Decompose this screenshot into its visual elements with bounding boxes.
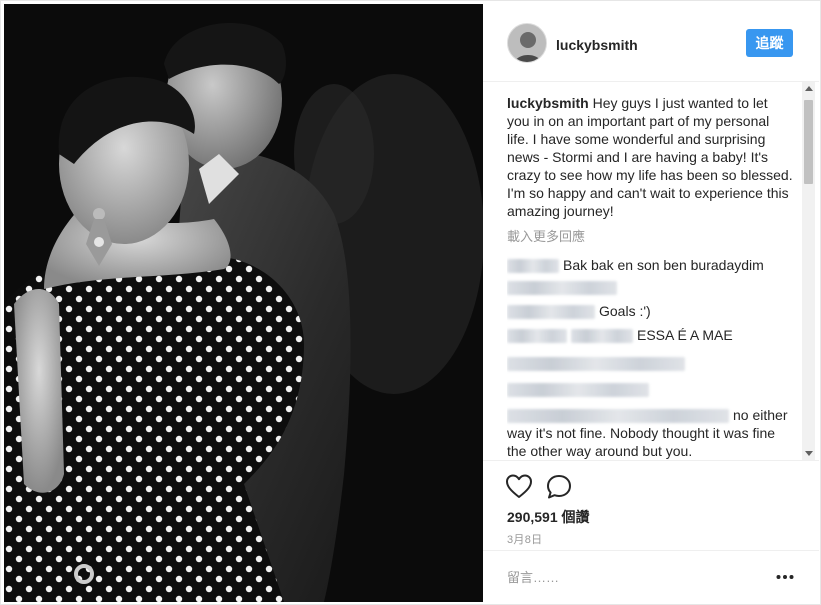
blurred-username xyxy=(507,305,595,320)
post-frame: luckybsmith 追蹤 luckybsmith Hey guys I ju… xyxy=(0,0,821,605)
post-photo[interactable] xyxy=(4,4,483,602)
list-item: no either way it's not fine. Nobody thou… xyxy=(507,406,793,460)
avatar[interactable] xyxy=(507,23,547,63)
list-item xyxy=(507,354,793,372)
blurred-username xyxy=(507,329,567,344)
list-item: Goals :') xyxy=(507,302,793,320)
avatar-image xyxy=(508,24,546,62)
post-details-panel: luckybsmith 追蹤 luckybsmith Hey guys I ju… xyxy=(483,4,819,602)
list-item: ESSA É A MAE xyxy=(507,326,793,344)
add-comment-bar xyxy=(483,550,819,602)
heart-icon[interactable] xyxy=(505,473,533,501)
list-item xyxy=(507,380,793,398)
comment-text: Bak bak en son ben buradaydim xyxy=(563,257,764,273)
blurred-text xyxy=(507,281,617,296)
caption-text: Hey guys I just wanted to let you in on … xyxy=(507,95,793,219)
photo-image xyxy=(4,4,483,602)
caption-username[interactable]: luckybsmith xyxy=(507,95,589,111)
scroll-down-arrow-icon[interactable] xyxy=(805,451,813,456)
scroll-thumb[interactable] xyxy=(804,100,813,184)
comment-text: Goals :') xyxy=(599,303,651,319)
post-date[interactable]: 3月8日 xyxy=(507,531,542,547)
view-count[interactable]: 290,591 個讚 xyxy=(507,507,590,527)
comments-scrollbar[interactable] xyxy=(802,82,815,460)
scroll-up-arrow-icon[interactable] xyxy=(805,86,813,91)
post-actions: 290,591 個讚 3月8日 xyxy=(483,460,819,560)
blurred-username xyxy=(507,409,729,424)
list-item: Bak bak en son ben buradaydim xyxy=(507,256,793,296)
follow-button[interactable]: 追蹤 xyxy=(746,29,793,57)
more-options-icon[interactable] xyxy=(775,567,795,587)
comments-list[interactable]: luckybsmith Hey guys I just wanted to le… xyxy=(507,94,793,460)
blurred-text xyxy=(507,383,649,398)
load-more-comments-link[interactable]: 載入更多回應 xyxy=(507,228,793,246)
blurred-text xyxy=(507,357,685,372)
comment-text: ESSA É A MAE xyxy=(637,327,733,343)
post-author-username[interactable]: luckybsmith xyxy=(556,37,638,53)
post-caption: luckybsmith Hey guys I just wanted to le… xyxy=(507,94,793,220)
post-header: luckybsmith 追蹤 xyxy=(483,4,819,82)
blurred-username xyxy=(571,329,633,344)
comment-input[interactable] xyxy=(507,565,767,589)
blurred-username xyxy=(507,259,559,274)
comment-bubble-icon[interactable] xyxy=(545,473,573,501)
